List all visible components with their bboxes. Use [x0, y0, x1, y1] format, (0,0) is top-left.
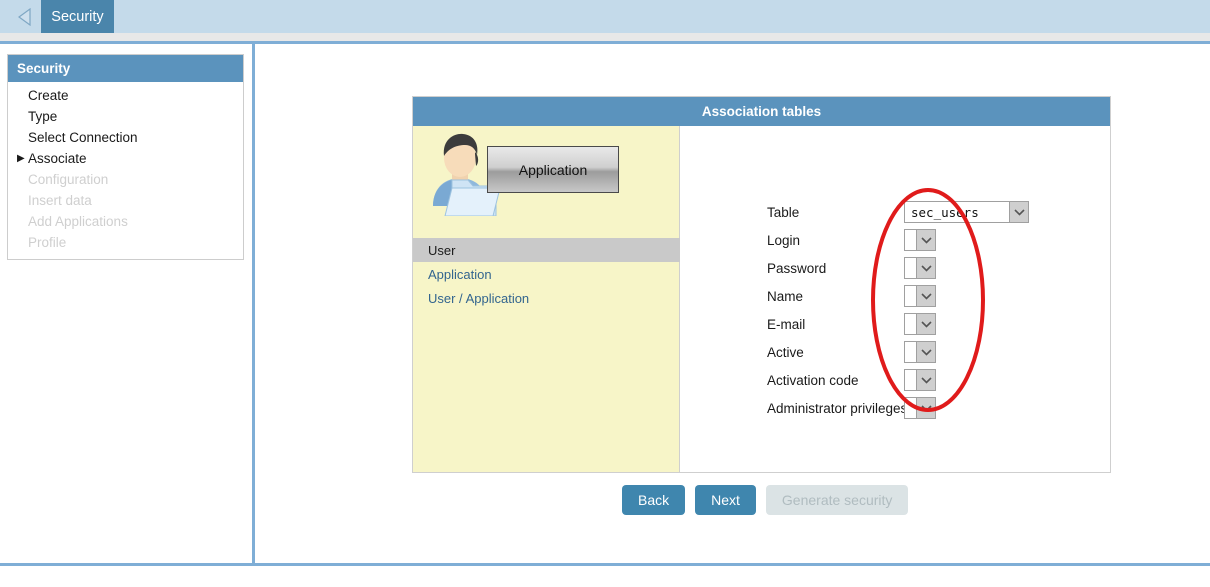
form-row: Activation code: [767, 368, 936, 392]
field-label: Password: [767, 260, 827, 276]
column-select[interactable]: [904, 229, 936, 251]
form-row: Administrator privileges: [767, 396, 936, 420]
security-wizard-menu: Security Create Type Select Connection ▶ Ass…: [7, 54, 244, 260]
chevron-down-icon[interactable]: [916, 398, 935, 418]
select-value: [905, 370, 916, 390]
sidebar-item-label: Profile: [28, 235, 67, 250]
form-row: E-mail: [767, 312, 936, 336]
sidebar-item-create[interactable]: Create: [8, 85, 243, 106]
select-value: sec_users: [911, 204, 979, 220]
menu-header: Security: [8, 55, 243, 82]
chevron-down-icon[interactable]: [916, 314, 935, 334]
current-step-arrow-icon: ▶: [17, 152, 25, 164]
sidebar-item-configuration: Configuration: [8, 169, 243, 190]
chevron-down-icon[interactable]: [916, 258, 935, 278]
select-value: [905, 258, 916, 278]
tab-security-label: Security: [51, 8, 104, 25]
sidebar-item-label: Insert data: [28, 193, 92, 208]
entity-list-item[interactable]: User / Application: [413, 286, 680, 310]
field-label: E-mail: [767, 316, 806, 332]
entity-list-item[interactable]: User: [413, 238, 680, 262]
column-select[interactable]: [904, 341, 936, 363]
sidebar-item-associate[interactable]: ▶ Associate: [8, 148, 243, 169]
field-label: Administrator privileges: [767, 400, 908, 416]
select-value: [905, 230, 916, 250]
panel-body: Application User Application User / Applic…: [413, 126, 1110, 472]
generate-security-button: Generate security: [765, 485, 909, 515]
tab-bar: Security: [0, 0, 1210, 33]
menu-header-label: Security: [17, 61, 71, 76]
panel-title-bar: Association tables: [413, 97, 1110, 126]
left-column: Security Create Type Select Connection ▶ Ass…: [0, 44, 252, 539]
application-node: Application: [487, 146, 619, 193]
sidebar-item-type[interactable]: Type: [8, 106, 243, 127]
wizard-button-row: Back Next Generate security: [622, 485, 909, 515]
sidebar-item-label: Associate: [28, 151, 87, 166]
column-select[interactable]: [904, 285, 936, 307]
entity-pane: Application User Application User / Applic…: [413, 126, 680, 472]
column-select[interactable]: [904, 257, 936, 279]
sidebar-item-label: Configuration: [28, 172, 109, 187]
form-row: Table sec_users: [767, 200, 1029, 224]
field-label: Login: [767, 232, 801, 248]
entity-list-item-label: User / Application: [428, 290, 530, 306]
app-root: Security Security Create Type Select Conne…: [0, 0, 1210, 587]
form-row: Password: [767, 256, 936, 280]
chevron-down-icon[interactable]: [916, 230, 935, 250]
entity-list: User Application User / Application: [413, 238, 680, 310]
chevron-down-icon[interactable]: [916, 370, 935, 390]
sidebar-item-label: Select Connection: [28, 130, 138, 145]
sidebar-item-label: Add Applications: [28, 214, 128, 229]
tab-bar-underlay: [0, 33, 1210, 41]
field-label: Activation code: [767, 372, 859, 388]
vertical-divider: [252, 44, 255, 563]
back-button[interactable]: Back: [622, 485, 686, 515]
field-label: Table: [767, 204, 800, 220]
field-label: Active: [767, 344, 804, 360]
chevron-down-icon[interactable]: [916, 342, 935, 362]
field-mapping-form: Table sec_users Login Password Name E-mail Act…: [681, 126, 1110, 472]
entity-diagram: Application: [413, 126, 679, 238]
page-title: Association tables: [701, 104, 822, 119]
form-row: Name: [767, 284, 936, 308]
field-label: Name: [767, 288, 804, 304]
select-value: [905, 342, 916, 362]
sidebar-item-insert-data: Insert data: [8, 190, 243, 211]
next-button[interactable]: Next: [695, 485, 756, 515]
select-value: [905, 314, 916, 334]
sidebar-item-profile: Profile: [8, 232, 243, 253]
association-tables-panel: Association tables Application User Appl…: [412, 96, 1111, 473]
entity-list-item-label: Application: [428, 266, 492, 282]
sidebar-item-label: Type: [28, 109, 58, 124]
application-node-label: Application: [518, 161, 588, 178]
column-select[interactable]: [904, 313, 936, 335]
column-select[interactable]: [904, 369, 936, 391]
form-row: Login: [767, 228, 936, 252]
sidebar-item-label: Create: [28, 88, 69, 103]
select-value: [905, 286, 916, 306]
chevron-down-icon[interactable]: [1009, 202, 1028, 222]
sidebar-item-select-connection[interactable]: Select Connection: [8, 127, 243, 148]
menu-item-list: Create Type Select Connection ▶ Associate Con…: [8, 82, 243, 259]
sidebar-item-add-applications: Add Applications: [8, 211, 243, 232]
entity-list-item-label: User: [428, 242, 456, 258]
column-select[interactable]: [904, 397, 936, 419]
entity-list-item[interactable]: Application: [413, 262, 680, 286]
tab-security[interactable]: Security: [41, 0, 114, 33]
bottom-divider: [0, 563, 1210, 566]
table-select[interactable]: sec_users: [904, 201, 1029, 223]
chevron-down-icon[interactable]: [916, 286, 935, 306]
form-row: Active: [767, 340, 936, 364]
back-triangle-icon[interactable]: [8, 0, 42, 33]
select-value: [905, 398, 916, 418]
